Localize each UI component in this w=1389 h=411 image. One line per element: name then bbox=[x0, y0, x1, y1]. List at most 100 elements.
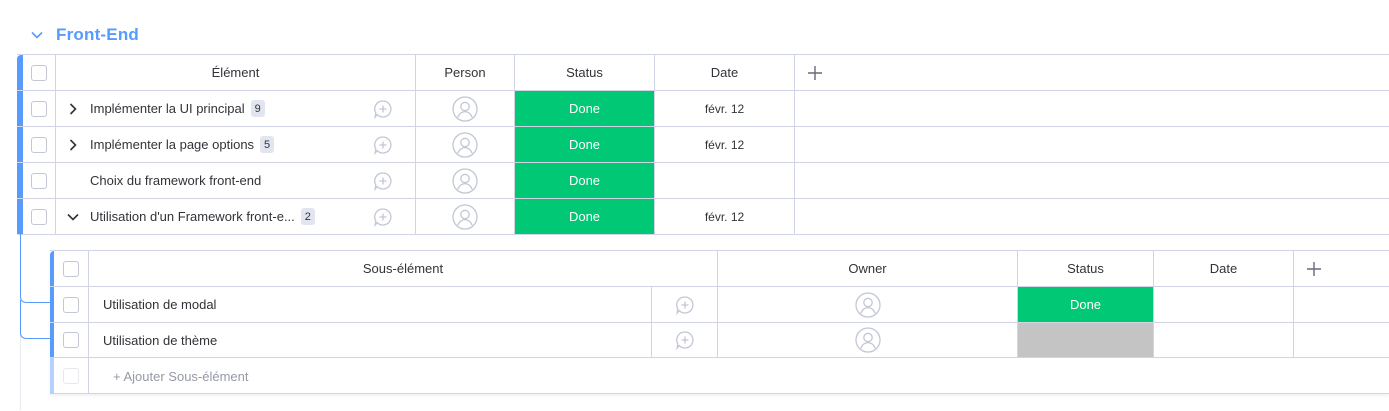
add-update-button[interactable] bbox=[351, 127, 416, 162]
table-row[interactable]: Choix du framework front-end Done bbox=[17, 163, 1389, 199]
date-cell[interactable]: févr. 12 bbox=[655, 91, 795, 126]
column-header-date[interactable]: Date bbox=[655, 55, 795, 90]
item-name-cell[interactable]: Implémenter la page options 5 bbox=[56, 127, 351, 162]
chevron-right-icon[interactable] bbox=[56, 102, 90, 115]
status-cell[interactable] bbox=[1018, 323, 1154, 357]
group-header: Front-End bbox=[28, 22, 139, 48]
status-cell[interactable]: Done bbox=[515, 199, 655, 234]
item-name[interactable]: Implémenter la UI principal bbox=[90, 101, 245, 116]
subitem-name[interactable]: Utilisation de thème bbox=[103, 333, 217, 348]
person-cell[interactable] bbox=[416, 127, 515, 162]
status-label: Done bbox=[1069, 297, 1102, 312]
column-header-element[interactable]: Élément bbox=[56, 55, 416, 90]
conversation-add-icon bbox=[373, 135, 393, 155]
add-column-button[interactable] bbox=[1294, 251, 1334, 286]
row-checkbox-cell bbox=[23, 127, 56, 162]
empty-cell bbox=[795, 127, 1389, 162]
status-cell[interactable]: Done bbox=[515, 91, 655, 126]
subitem-row[interactable]: Utilisation de thème bbox=[50, 323, 1389, 358]
subitems-table: Sous-élément Owner Status Date Utilisati… bbox=[50, 250, 1389, 394]
subitem-checkbox-cell bbox=[54, 323, 89, 357]
person-avatar-icon bbox=[452, 131, 478, 158]
add-subitem-label: + Ajouter Sous-élément bbox=[113, 368, 249, 384]
table-row[interactable]: Implémenter la page options 5 Done févr. 12 bbox=[17, 127, 1389, 163]
select-all-checkbox[interactable] bbox=[31, 64, 47, 81]
column-header-label: Sous-élément bbox=[362, 261, 444, 276]
subitems-count-badge[interactable]: 2 bbox=[300, 208, 315, 225]
table-row[interactable]: Utilisation d'un Framework front-e... 2 Do… bbox=[17, 199, 1389, 235]
subitem-name[interactable]: Utilisation de modal bbox=[103, 297, 216, 312]
add-update-button[interactable] bbox=[652, 323, 718, 357]
subitems-select-all-checkbox[interactable] bbox=[63, 260, 79, 277]
empty-cell bbox=[795, 199, 1389, 234]
group-title[interactable]: Front-End bbox=[56, 25, 139, 45]
row-checkbox-cell bbox=[23, 199, 56, 234]
column-header-label: Person bbox=[444, 65, 486, 80]
person-cell[interactable] bbox=[416, 91, 515, 126]
row-checkbox[interactable] bbox=[31, 172, 47, 189]
subitem-connector bbox=[20, 234, 51, 303]
conversation-add-icon bbox=[373, 207, 393, 227]
column-header-owner[interactable]: Owner bbox=[718, 251, 1018, 286]
add-update-button[interactable] bbox=[351, 163, 416, 198]
subitem-name-cell[interactable]: Utilisation de modal bbox=[89, 287, 652, 322]
status-label: Done bbox=[568, 101, 601, 116]
subitem-checkbox-cell bbox=[54, 287, 89, 322]
owner-cell[interactable] bbox=[718, 323, 1018, 357]
date-cell[interactable]: févr. 12 bbox=[655, 127, 795, 162]
subitem-checkbox[interactable] bbox=[63, 332, 79, 348]
table-row[interactable]: Implémenter la UI principal 9 Done févr. 12 bbox=[17, 91, 1389, 127]
subitems-select-all-cell bbox=[54, 251, 89, 286]
item-name[interactable]: Choix du framework front-end bbox=[90, 173, 261, 188]
date-cell[interactable]: févr. 12 bbox=[655, 199, 795, 234]
add-column-button[interactable] bbox=[795, 55, 835, 90]
row-checkbox[interactable] bbox=[31, 100, 47, 117]
row-checkbox[interactable] bbox=[31, 208, 47, 225]
subitems-header-row: Sous-élément Owner Status Date bbox=[50, 251, 1389, 287]
column-header-status[interactable]: Status bbox=[1018, 251, 1154, 286]
status-cell[interactable]: Done bbox=[1018, 287, 1154, 322]
item-name[interactable]: Implémenter la page options bbox=[90, 137, 254, 152]
status-label: Done bbox=[568, 209, 601, 224]
add-subitem-checkbox-cell bbox=[54, 358, 89, 394]
date-cell[interactable] bbox=[1154, 287, 1294, 322]
chevron-down-icon[interactable] bbox=[28, 26, 46, 44]
subitem-name-cell[interactable]: Utilisation de thème bbox=[89, 323, 652, 357]
column-header-date[interactable]: Date bbox=[1154, 251, 1294, 286]
add-update-button[interactable] bbox=[351, 91, 416, 126]
plus-icon bbox=[1307, 261, 1321, 276]
date-cell[interactable] bbox=[655, 163, 795, 198]
chevron-down-icon[interactable] bbox=[56, 213, 90, 221]
conversation-add-icon bbox=[675, 295, 695, 315]
empty-cell bbox=[795, 163, 1389, 198]
subitems-count-badge[interactable]: 5 bbox=[260, 136, 275, 153]
item-name[interactable]: Utilisation d'un Framework front-e... bbox=[90, 209, 295, 224]
row-checkbox[interactable] bbox=[31, 136, 47, 153]
subitems-count-badge[interactable]: 9 bbox=[250, 100, 265, 117]
column-header-subitem[interactable]: Sous-élément bbox=[89, 251, 718, 286]
add-subitem-input[interactable]: + Ajouter Sous-élément bbox=[89, 358, 1389, 394]
date-value: févr. 12 bbox=[704, 137, 745, 152]
subitem-checkbox[interactable] bbox=[63, 296, 79, 313]
column-header-status[interactable]: Status bbox=[515, 55, 655, 90]
add-update-button[interactable] bbox=[652, 287, 718, 322]
person-avatar-icon bbox=[854, 291, 881, 318]
chevron-right-icon[interactable] bbox=[56, 138, 90, 151]
owner-cell[interactable] bbox=[718, 287, 1018, 322]
status-label: Done bbox=[568, 173, 601, 188]
item-name-cell[interactable]: Implémenter la UI principal 9 bbox=[56, 91, 351, 126]
date-cell[interactable] bbox=[1154, 323, 1294, 357]
subitem-row[interactable]: Utilisation de modal Done bbox=[50, 287, 1389, 323]
item-name-cell[interactable]: Choix du framework front-end bbox=[56, 163, 351, 198]
status-cell[interactable]: Done bbox=[515, 127, 655, 162]
row-checkbox-cell bbox=[23, 163, 56, 198]
add-update-button[interactable] bbox=[351, 199, 416, 234]
status-cell[interactable]: Done bbox=[515, 163, 655, 198]
person-cell[interactable] bbox=[416, 199, 515, 234]
select-all-cell bbox=[23, 55, 56, 90]
column-header-label: Date bbox=[1209, 261, 1238, 276]
item-name-cell[interactable]: Utilisation d'un Framework front-e... 2 bbox=[56, 199, 351, 234]
column-header-person[interactable]: Person bbox=[416, 55, 515, 90]
person-cell[interactable] bbox=[416, 163, 515, 198]
person-avatar-icon bbox=[854, 327, 881, 353]
